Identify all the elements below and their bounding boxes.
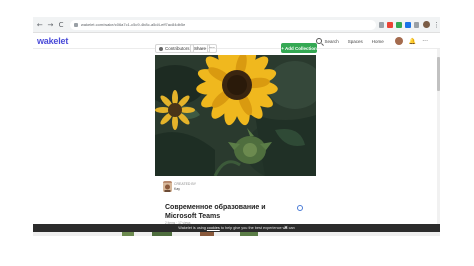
item-thumbnail[interactable] <box>122 232 134 236</box>
nav-spaces[interactable]: Spaces <box>348 39 363 44</box>
extension-icon[interactable] <box>404 21 411 28</box>
bell-icon[interactable]: 🔔 <box>409 38 416 45</box>
collection-title: Современное образование и Microsoft Team… <box>165 204 266 220</box>
cookies-link[interactable]: cookies <box>207 226 220 230</box>
lock-icon <box>73 22 78 27</box>
sunflower-image[interactable] <box>155 55 316 176</box>
item-thumbnail[interactable] <box>200 232 214 236</box>
item-thumbnail[interactable] <box>152 232 172 236</box>
contributors-icon <box>159 46 163 51</box>
wakelet-logo[interactable]: wakelet <box>37 36 68 46</box>
next-items-strip <box>33 232 440 236</box>
browser-menu-icon[interactable]: ⋮ <box>433 21 440 29</box>
profile-avatar[interactable] <box>423 21 431 28</box>
item-thumbnail[interactable] <box>240 232 258 236</box>
extension-icon[interactable] <box>413 21 420 28</box>
author-avatar[interactable] <box>163 181 172 192</box>
page-scrollbar[interactable] <box>437 49 440 235</box>
back-icon[interactable]: ← <box>36 21 44 29</box>
cookie-text-before: Wakelet is using <box>178 226 206 230</box>
url-text: wakelet.com/wake/c06a7c1-c5c9-4b8c-a5d4-… <box>80 22 186 27</box>
browser-toolbar: ← → C wakelet.com/wake/c06a7c1-c5c9-4b8c… <box>33 17 440 33</box>
search-icon[interactable] <box>316 38 323 44</box>
contributors-label: Contributors <box>165 46 190 51</box>
author-photo <box>163 183 172 192</box>
nav-search[interactable]: Search <box>324 39 338 44</box>
close-icon[interactable]: × <box>283 225 289 231</box>
app-header: wakelet Search Spaces Home 🔔 ··· <box>33 33 440 49</box>
cookie-banner: Wakelet is using cookies to help give yo… <box>33 224 440 232</box>
forward-icon[interactable]: → <box>47 21 55 29</box>
cookie-message: Wakelet is using cookies to help give yo… <box>178 226 294 230</box>
more-icon[interactable]: ··· <box>422 38 428 45</box>
extension-icon[interactable] <box>378 21 385 28</box>
globe-icon[interactable] <box>297 205 303 211</box>
sunflower-illustration <box>155 55 316 176</box>
extension-icon[interactable] <box>387 21 394 28</box>
address-bar[interactable]: wakelet.com/wake/c06a7c1-c5c9-4b8c-a5d4-… <box>69 19 376 30</box>
more-options-button[interactable]: ··· <box>207 44 217 53</box>
scrollbar-thumb[interactable] <box>437 57 440 91</box>
add-collection-button[interactable]: + Add Collection <box>281 43 317 53</box>
nav-home[interactable]: Home <box>372 39 384 44</box>
contributors-button[interactable]: Contributors <box>155 44 194 53</box>
header-nav: Search Spaces Home 🔔 ··· <box>316 33 434 49</box>
author-label: CREATED BY <box>174 182 197 186</box>
author-name[interactable]: Kay <box>174 187 180 191</box>
user-avatar[interactable] <box>394 37 403 45</box>
extension-icon[interactable] <box>396 21 402 28</box>
reload-icon[interactable]: C <box>57 21 65 29</box>
